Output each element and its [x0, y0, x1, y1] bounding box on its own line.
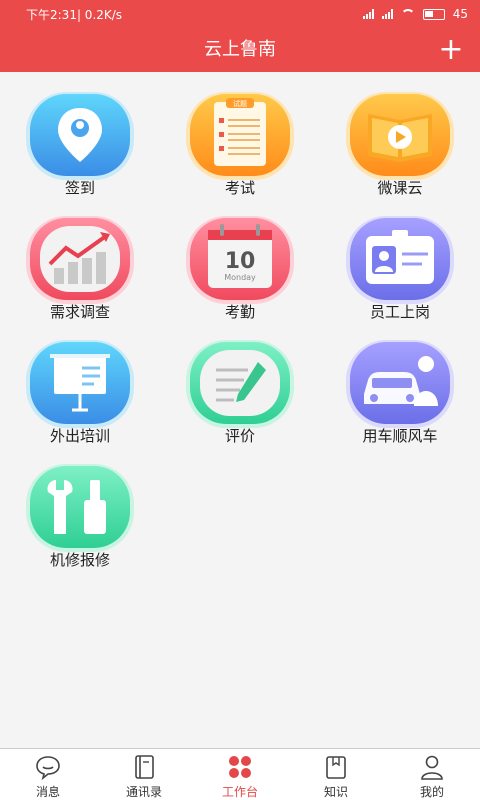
knowledge-book-icon [326, 756, 346, 779]
app-label: 签到 [64, 179, 95, 197]
tab-label: 消息 [35, 785, 60, 799]
calendar-weekday: Monday [224, 273, 256, 282]
battery-icon [422, 8, 445, 20]
app-tile-staff-onboard[interactable]: 员工上岗 [320, 196, 480, 321]
presentation-board-icon [26, 340, 134, 428]
wrench-tools-icon [26, 464, 134, 552]
page-title: 云上鲁南 [204, 39, 276, 60]
tab-workbench[interactable]: 工作台 [192, 749, 288, 800]
signal-icon [362, 9, 374, 19]
app-tile-attendance[interactable]: 10 Monday 考勤 [160, 196, 320, 321]
calendar-day: 10 [225, 249, 256, 274]
workbench-clover-icon [229, 756, 251, 778]
location-pin-icon [26, 92, 134, 180]
app-label: 考试 [224, 179, 255, 197]
tab-label: 通讯录 [125, 785, 162, 799]
chart-trend-icon [26, 216, 134, 304]
app-label: 需求调查 [49, 303, 110, 321]
app-label: 外出培训 [49, 427, 110, 445]
id-card-icon [346, 216, 454, 304]
app-tile-evaluation[interactable]: 评价 [160, 320, 320, 445]
app-label: 机修报修 [49, 551, 110, 569]
add-button[interactable]: + [434, 33, 468, 67]
app-grid: 签到 试题 考试 微课云 需求调查 10 Monday 考勤 员工上岗 外出培训… [0, 72, 480, 748]
bottom-tab-bar: 消息 通讯录 工作台 知识 我的 [0, 748, 480, 800]
contact-book-icon [135, 755, 154, 779]
app-label: 评价 [224, 427, 255, 445]
tab-messages[interactable]: 消息 [0, 749, 96, 800]
app-tile-microcourse[interactable]: 微课云 [320, 72, 480, 197]
app-tile-carpool[interactable]: 用车顺风车 [320, 320, 480, 445]
app-label: 考勤 [224, 303, 255, 321]
exam-sheet-icon: 试题 [186, 92, 294, 180]
document-pen-icon [186, 340, 294, 428]
app-label: 用车顺风车 [362, 427, 438, 445]
car-person-icon [346, 340, 454, 428]
status-time-speed: 下午2:31| 0.2K/s [26, 7, 123, 22]
status-bar: 下午2:31| 0.2K/s 45 [0, 0, 480, 28]
exam-badge: 试题 [233, 99, 247, 108]
tab-label: 工作台 [221, 785, 258, 799]
title-bar: 云上鲁南 + [0, 28, 480, 72]
app-label: 员工上岗 [369, 303, 430, 321]
app-tile-survey[interactable]: 需求调查 [0, 196, 160, 321]
signal-icon [381, 9, 393, 19]
app-tile-repair[interactable]: 机修报修 [0, 444, 160, 569]
video-book-icon [346, 92, 454, 180]
chat-bubble-icon [36, 756, 60, 781]
tab-profile[interactable]: 我的 [384, 749, 480, 800]
tab-knowledge[interactable]: 知识 [288, 749, 384, 800]
person-icon [421, 755, 443, 780]
tab-label: 知识 [323, 785, 348, 799]
tab-label: 我的 [419, 785, 444, 799]
wifi-icon [400, 9, 415, 19]
app-tile-external-training[interactable]: 外出培训 [0, 320, 160, 445]
status-indicators: 45 [362, 7, 468, 21]
app-tile-exam[interactable]: 试题 考试 [160, 72, 320, 197]
app-tile-checkin[interactable]: 签到 [0, 72, 160, 197]
calendar-icon: 10 Monday [186, 216, 294, 304]
battery-level: 45 [452, 7, 468, 21]
app-label: 微课云 [377, 179, 423, 197]
tab-contacts[interactable]: 通讯录 [96, 749, 192, 800]
